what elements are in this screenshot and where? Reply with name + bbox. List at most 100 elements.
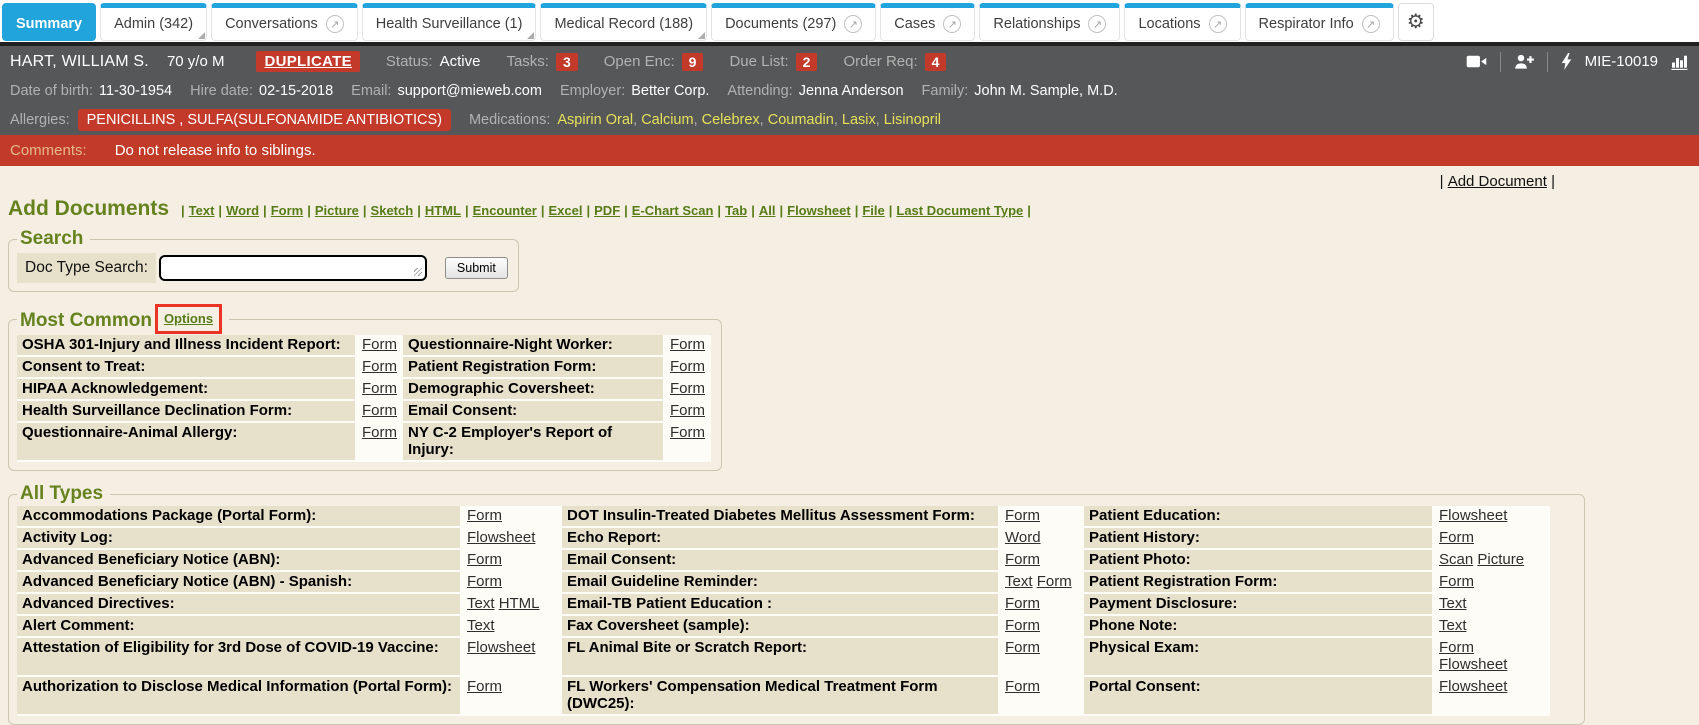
doc-link-flowsheet[interactable]: Flowsheet bbox=[1439, 507, 1507, 524]
medication-link-aspirin-oral[interactable]: Aspirin Oral bbox=[557, 112, 633, 128]
tab-cases[interactable]: Cases bbox=[880, 3, 975, 41]
doc-link-form[interactable]: Form bbox=[1005, 617, 1040, 634]
quick-link-text[interactable]: Text bbox=[189, 203, 215, 218]
doc-link-form[interactable]: Form bbox=[1005, 507, 1040, 524]
quick-link-file[interactable]: File bbox=[862, 203, 884, 218]
tasks-pair: Tasks: 3 bbox=[506, 53, 577, 71]
doc-link-form[interactable]: Form bbox=[467, 507, 502, 524]
doc-link-form[interactable]: Form bbox=[1439, 529, 1474, 546]
doc-link-form[interactable]: Form bbox=[467, 551, 502, 568]
doc-type-name: Health Surveillance Declination Form: bbox=[17, 401, 357, 423]
popout-icon[interactable] bbox=[326, 15, 344, 33]
doc-link-form[interactable]: Form bbox=[467, 678, 502, 695]
doc-link-form[interactable]: Form bbox=[670, 358, 705, 375]
popout-icon[interactable] bbox=[1209, 15, 1227, 33]
quick-link-last-document-type[interactable]: Last Document Type bbox=[896, 203, 1023, 218]
doc-link-form[interactable]: Form bbox=[1005, 551, 1040, 568]
quick-link-e-chart-scan[interactable]: E-Chart Scan bbox=[632, 203, 714, 218]
tab-conversations[interactable]: Conversations bbox=[211, 3, 358, 41]
quick-link-word[interactable]: Word bbox=[226, 203, 259, 218]
popout-icon[interactable] bbox=[1362, 15, 1380, 33]
tab-label: Cases bbox=[894, 16, 935, 32]
patient-demographics-row: Date of birth: 11-30-1954 Hire date: 02-… bbox=[0, 77, 1699, 104]
doc-link-form[interactable]: Form bbox=[362, 358, 397, 375]
doc-link-text[interactable]: Text bbox=[467, 617, 495, 634]
popout-icon[interactable] bbox=[1088, 15, 1106, 33]
doc-link-form[interactable]: Form bbox=[670, 380, 705, 397]
doc-link-flowsheet[interactable]: Flowsheet bbox=[1439, 678, 1507, 695]
quick-link-excel[interactable]: Excel bbox=[549, 203, 583, 218]
add-person-icon[interactable] bbox=[1514, 54, 1534, 69]
doc-link-form[interactable]: Form bbox=[670, 402, 705, 419]
tab-relationships[interactable]: Relationships bbox=[979, 3, 1120, 41]
quick-link-flowsheet[interactable]: Flowsheet bbox=[787, 203, 851, 218]
video-camera-icon[interactable] bbox=[1466, 54, 1487, 69]
quick-link-all[interactable]: All bbox=[759, 203, 776, 218]
open-enc-count-badge[interactable]: 9 bbox=[682, 53, 704, 71]
add-document-link[interactable]: Add Document bbox=[1448, 173, 1547, 190]
bar-chart-icon[interactable] bbox=[1671, 54, 1689, 70]
allergy-badge[interactable]: PENICILLINS , SULFA(SULFONAMIDE ANTIBIOT… bbox=[78, 109, 451, 131]
doc-type-search-input[interactable] bbox=[159, 255, 427, 281]
settings-button[interactable] bbox=[1398, 3, 1434, 41]
tab-locations[interactable]: Locations bbox=[1124, 3, 1240, 41]
tab-summary[interactable]: Summary bbox=[2, 3, 96, 41]
quick-link-sketch[interactable]: Sketch bbox=[371, 203, 414, 218]
popout-icon[interactable] bbox=[943, 15, 961, 33]
medication-link-lisinopril[interactable]: Lisinopril bbox=[884, 112, 941, 128]
doc-link-form[interactable]: Form bbox=[1005, 595, 1040, 612]
tasks-count-badge[interactable]: 3 bbox=[556, 53, 578, 71]
quick-link-pdf[interactable]: PDF bbox=[594, 203, 620, 218]
options-link[interactable]: Options bbox=[164, 311, 213, 326]
doc-link-form[interactable]: Form bbox=[1037, 573, 1072, 590]
doc-link-form[interactable]: Form bbox=[362, 380, 397, 397]
quick-link-tab[interactable]: Tab bbox=[725, 203, 747, 218]
search-section-title: Search bbox=[17, 228, 90, 250]
doc-link-flowsheet[interactable]: Flowsheet bbox=[1439, 656, 1507, 673]
quick-link-encounter[interactable]: Encounter bbox=[473, 203, 537, 218]
medication-link-coumadin[interactable]: Coumadin bbox=[768, 112, 834, 128]
doc-link-form[interactable]: Form bbox=[1005, 678, 1040, 695]
quick-link-form[interactable]: Form bbox=[271, 203, 304, 218]
doc-link-form[interactable]: Form bbox=[670, 336, 705, 353]
tab-health-surveillance-1[interactable]: Health Surveillance (1) bbox=[362, 3, 537, 41]
quick-link-html[interactable]: HTML bbox=[425, 203, 461, 218]
doc-link-html[interactable]: HTML bbox=[499, 595, 540, 612]
tab-admin-342[interactable]: Admin (342) bbox=[100, 3, 207, 41]
order-req-count-badge[interactable]: 4 bbox=[925, 53, 947, 71]
medication-link-celebrex[interactable]: Celebrex bbox=[702, 112, 760, 128]
doc-type-name: Demographic Coversheet: bbox=[403, 379, 665, 401]
due-list-count-badge[interactable]: 2 bbox=[796, 53, 818, 71]
doc-type-links: Word bbox=[1000, 528, 1084, 550]
doc-link-form[interactable]: Form bbox=[1439, 639, 1474, 656]
doc-link-form[interactable]: Form bbox=[670, 424, 705, 441]
doc-type-name: Patient Education: bbox=[1084, 506, 1434, 528]
quick-link-picture[interactable]: Picture bbox=[315, 203, 359, 218]
popout-icon[interactable] bbox=[844, 15, 862, 33]
doc-link-flowsheet[interactable]: Flowsheet bbox=[467, 529, 535, 546]
duplicate-badge[interactable]: DUPLICATE bbox=[256, 51, 359, 72]
doc-link-text[interactable]: Text bbox=[1005, 573, 1033, 590]
doc-link-form[interactable]: Form bbox=[1439, 573, 1474, 590]
doc-link-form[interactable]: Form bbox=[467, 573, 502, 590]
submit-button[interactable]: Submit bbox=[445, 257, 508, 279]
doc-link-form[interactable]: Form bbox=[362, 336, 397, 353]
doc-link-flowsheet[interactable]: Flowsheet bbox=[467, 639, 535, 656]
doc-link-scan[interactable]: Scan bbox=[1439, 551, 1473, 568]
doc-link-picture[interactable]: Picture bbox=[1477, 551, 1524, 568]
tab-medical-record-188[interactable]: Medical Record (188) bbox=[540, 3, 707, 41]
doc-link-text[interactable]: Text bbox=[1439, 595, 1467, 612]
medication-link-lasix[interactable]: Lasix bbox=[842, 112, 876, 128]
doc-link-text[interactable]: Text bbox=[1439, 617, 1467, 634]
most-common-title: Most Common bbox=[20, 310, 152, 331]
tab-respirator-info[interactable]: Respirator Info bbox=[1245, 3, 1394, 41]
doc-link-form[interactable]: Form bbox=[362, 402, 397, 419]
doc-link-form[interactable]: Form bbox=[362, 424, 397, 441]
lightning-icon[interactable] bbox=[1561, 53, 1572, 70]
doc-link-word[interactable]: Word bbox=[1005, 529, 1041, 546]
doc-link-text[interactable]: Text bbox=[467, 595, 495, 612]
doc-link-form[interactable]: Form bbox=[1005, 639, 1040, 656]
tab-documents-297[interactable]: Documents (297) bbox=[711, 3, 876, 41]
medication-link-calcium[interactable]: Calcium bbox=[641, 112, 693, 128]
resize-grip-icon[interactable] bbox=[414, 268, 422, 276]
